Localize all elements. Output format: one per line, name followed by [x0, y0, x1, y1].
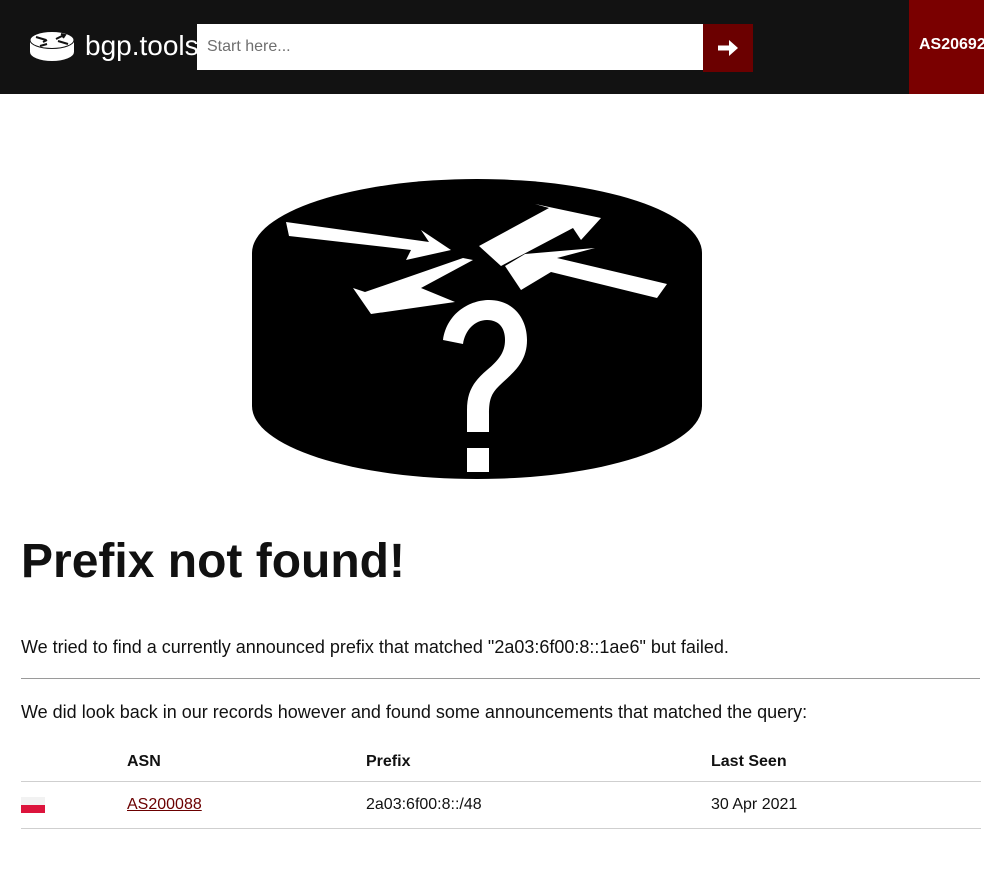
column-header-prefix: Prefix [366, 742, 711, 782]
table-header-row: ASN Prefix Last Seen [21, 742, 981, 782]
history-message: We did look back in our records however … [21, 702, 808, 722]
column-header-flag [21, 742, 127, 782]
router-question-icon [252, 179, 702, 479]
poland-flag-icon [21, 797, 45, 813]
search-input[interactable] [197, 24, 703, 70]
asn-badge[interactable]: AS20692 [909, 0, 984, 94]
router-logo-icon[interactable] [29, 30, 75, 62]
announcement-history-table: ASN Prefix Last Seen AS200088 2a03:6f00:… [21, 742, 981, 829]
top-navigation-bar: bgp.tools AS20692 [0, 0, 984, 94]
prefix-cell: 2a03:6f00:8::/48 [366, 781, 711, 829]
column-header-asn: ASN [127, 742, 366, 782]
page-title: Prefix not found! [21, 535, 405, 588]
flag-cell [21, 781, 127, 829]
asn-cell: AS200088 [127, 781, 366, 829]
arrow-right-icon [718, 40, 738, 56]
section-divider [21, 678, 980, 679]
last-seen-cell: 30 Apr 2021 [711, 781, 981, 829]
asn-link[interactable]: AS200088 [127, 796, 202, 813]
not-found-message: We tried to find a currently announced p… [21, 637, 729, 657]
column-header-last-seen: Last Seen [711, 742, 981, 782]
brand-link[interactable]: bgp.tools [85, 29, 199, 63]
table-row: AS200088 2a03:6f00:8::/48 30 Apr 2021 [21, 781, 981, 829]
search-submit-button[interactable] [703, 24, 753, 72]
asn-badge-label: AS20692 [919, 36, 984, 53]
